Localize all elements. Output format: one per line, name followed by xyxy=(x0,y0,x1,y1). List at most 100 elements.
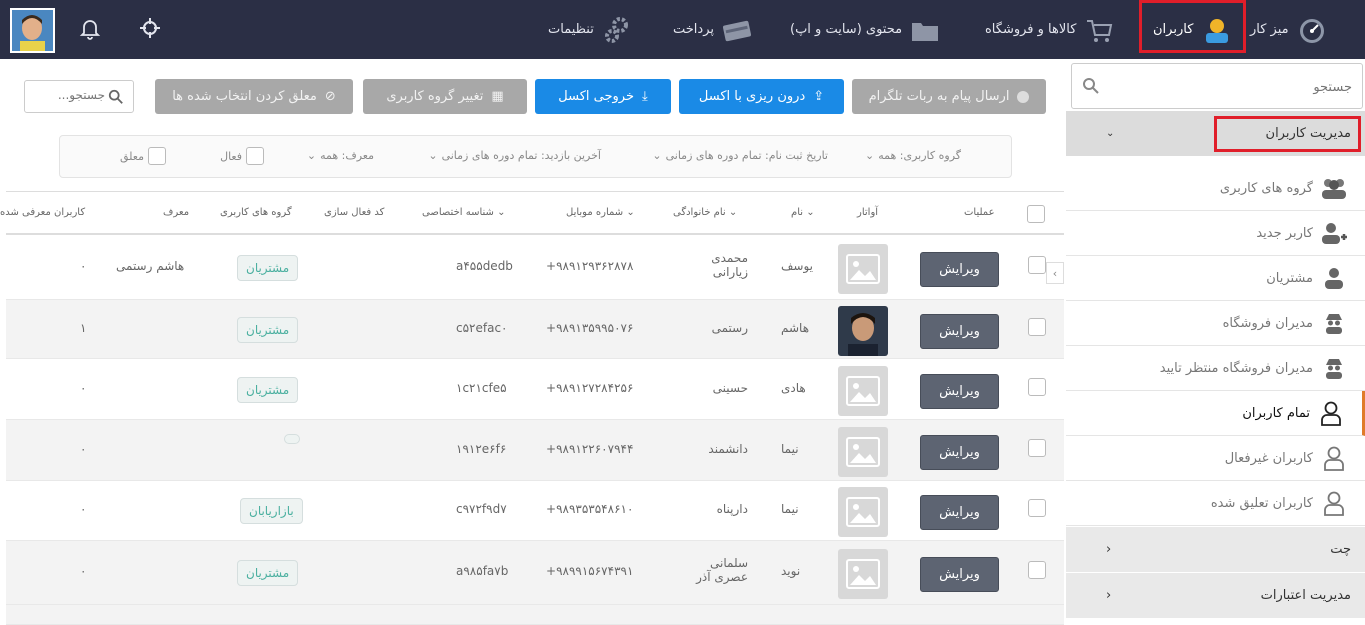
sidebar-item-new-user[interactable]: کاربر جدید xyxy=(1066,211,1365,256)
nav-users[interactable]: کاربران xyxy=(1153,0,1231,59)
profile-avatar[interactable] xyxy=(10,8,55,53)
export-excel-label: خروجی اکسل xyxy=(558,89,634,104)
referred-count-cell: ۰ xyxy=(80,381,87,395)
edit-button[interactable]: ویرایش xyxy=(920,314,999,349)
code-cell: ۱۹۱۲e۶f۶ xyxy=(456,442,507,456)
edit-button[interactable]: ویرایش xyxy=(920,557,999,592)
nav-dashboard[interactable]: میز کار xyxy=(1250,0,1327,59)
select-all-checkbox[interactable] xyxy=(1027,205,1045,223)
sidebar-item-label: مدیران فروشگاه منتظر تایید xyxy=(1159,360,1313,376)
dashboard-gauge-icon xyxy=(1297,15,1327,45)
sidebar-item-label: کاربران تعلیق شده xyxy=(1210,495,1313,511)
sidebar-item-pending-managers[interactable]: مدیران فروشگاه منتظر تایید xyxy=(1066,346,1365,391)
table-row: ویرایش نیما دانشمند ۹۸۹۱۲۲۶۰۷۹۴۴+ ۱۹۱۲e۶f۶ ۰ xyxy=(6,420,1064,481)
nav-products[interactable]: کالاها و فروشگاه xyxy=(985,0,1114,59)
referred-count-cell: ۰ xyxy=(80,564,87,578)
section-credit-label: مدیریت اعتبارات xyxy=(1260,588,1351,603)
chevron-down-icon: ⌄ xyxy=(428,149,438,162)
filter-user-group[interactable]: گروه کاربری: همه ⌄ xyxy=(865,149,961,162)
row-checkbox[interactable] xyxy=(1028,439,1046,457)
filter-referrer[interactable]: معرف: همه ⌄ xyxy=(307,149,374,162)
sidebar-item-customers[interactable]: مشتریان xyxy=(1066,256,1365,301)
sidebar-item-label: کاربر جدید xyxy=(1256,225,1313,241)
change-group-button[interactable]: ▦ تغییر گروه کاربری xyxy=(363,79,527,114)
header-mobile[interactable]: ⌄ شماره موبایل xyxy=(566,207,635,218)
code-cell: ۱c۲۱cfe۵ xyxy=(456,381,507,395)
row-checkbox[interactable] xyxy=(1028,318,1046,336)
section-credit[interactable]: مدیریت اعتبارات ‹ xyxy=(1066,573,1365,618)
sidebar-item-all-users[interactable]: تمام کاربران xyxy=(1066,391,1365,436)
sidebar-search-input[interactable] xyxy=(1112,76,1352,98)
referred-count-cell: ۰ xyxy=(80,502,87,516)
suspend-selected-button[interactable]: ⊘ معلق کردن انتخاب شده ها xyxy=(155,79,353,114)
referred-count-cell: ۰ xyxy=(80,259,87,273)
table-header: عملیات آواتار ⌄ نام ⌄ نام خانوادگی ⌄ شما… xyxy=(0,191,1064,235)
table-row: ویرایش یوسف محمدی زیارانی ۹۸۹۱۲۹۳۶۲۸۷۸+ a۴۵۵… xyxy=(6,236,1064,300)
user-outline-icon xyxy=(1319,443,1349,473)
nav-users-label: کاربران xyxy=(1153,22,1194,37)
filter-last-visit-label: آخرین بازدید: تمام دوره های زمانی xyxy=(441,149,601,162)
filter-last-visit[interactable]: آخرین بازدید: تمام دوره های زمانی ⌄ xyxy=(428,149,601,162)
nav-settings[interactable]: تنظیمات xyxy=(548,0,632,59)
header-groups: گروه های کاربری xyxy=(220,207,292,218)
user-outline-icon xyxy=(1316,398,1346,428)
filter-suspended[interactable]: معلق xyxy=(120,147,166,165)
section-chat-label: چت xyxy=(1330,542,1351,557)
filter-suspended-label: معلق xyxy=(119,149,144,163)
sidebar-item-suspended-users[interactable]: کاربران تعلیق شده xyxy=(1066,481,1365,526)
header-code[interactable]: ⌄ شناسه اختصاصی xyxy=(422,207,505,218)
search-icon xyxy=(108,89,123,104)
filter-active[interactable]: فعال xyxy=(220,147,264,165)
spy-icon xyxy=(1319,308,1349,338)
active-checkbox[interactable] xyxy=(246,147,264,165)
edit-button[interactable]: ویرایش xyxy=(920,252,999,287)
sidebar-item-store-managers[interactable]: مدیران فروشگاه xyxy=(1066,301,1365,346)
spy-icon xyxy=(1319,353,1349,383)
first-name-cell: هادی xyxy=(781,381,806,395)
export-excel-button[interactable]: ⤓ خروجی اکسل xyxy=(535,79,671,114)
chevron-down-icon: ⌄ xyxy=(865,149,875,162)
telegram-button[interactable]: ارسال پیام به ربات تلگرام xyxy=(852,79,1046,114)
bell-icon[interactable] xyxy=(78,16,102,40)
referred-count-cell: ۱ xyxy=(80,321,87,335)
row-checkbox[interactable] xyxy=(1028,378,1046,396)
row-checkbox[interactable] xyxy=(1028,499,1046,517)
code-cell: a۴۵۵dedb xyxy=(456,259,513,273)
sidebar-item-label: تمام کاربران xyxy=(1242,405,1310,421)
header-mobile-label: شماره موبایل xyxy=(566,207,624,218)
filter-register-date[interactable]: تاریخ ثبت نام: تمام دوره های زمانی ⌄ xyxy=(652,149,828,162)
user-icon xyxy=(1201,15,1231,45)
section-chat[interactable]: چت ‹ xyxy=(1066,527,1365,572)
nav-content[interactable]: محتوی (سایت و اپ) xyxy=(790,0,940,59)
edit-button[interactable]: ویرایش xyxy=(920,435,999,470)
last-name-cell: سلمانی عصری آذر xyxy=(696,556,748,584)
group-badge: بازاریابان xyxy=(240,498,303,524)
suspended-checkbox[interactable] xyxy=(148,147,166,165)
group-badge-empty xyxy=(284,434,300,444)
table-search-input[interactable] xyxy=(29,88,105,102)
sidebar-search[interactable] xyxy=(1071,63,1363,109)
crosshair-icon[interactable] xyxy=(138,16,162,40)
header-last-name[interactable]: ⌄ نام خانوادگی xyxy=(673,207,737,218)
sidebar-item-label: مدیران فروشگاه xyxy=(1222,315,1313,331)
header-activation: کد فعال سازی xyxy=(324,207,385,218)
avatar-thumbnail xyxy=(838,306,888,356)
user-plus-icon xyxy=(1319,218,1349,248)
row-checkbox[interactable] xyxy=(1028,256,1046,274)
chevron-down-icon: ⌄ xyxy=(1106,128,1115,139)
sidebar-item-user-groups[interactable]: گروه های کاربری xyxy=(1066,166,1365,211)
user-icon xyxy=(1319,263,1349,293)
edit-button[interactable]: ویرایش xyxy=(920,495,999,530)
header-first-name[interactable]: ⌄ نام xyxy=(791,207,815,218)
table-search[interactable] xyxy=(24,80,134,113)
header-avatar: آواتار xyxy=(857,207,879,218)
nav-payment[interactable]: پرداخت xyxy=(673,0,752,59)
mobile-cell: ۹۸۹۱۲۹۳۶۲۸۷۸+ xyxy=(546,259,634,273)
sidebar: مدیریت کاربران ⌄ گروه های کاربری کاربر ج… xyxy=(1066,59,1365,624)
avatar-thumbnail xyxy=(838,244,888,294)
edit-button[interactable]: ویرایش xyxy=(920,374,999,409)
row-checkbox[interactable] xyxy=(1028,561,1046,579)
sidebar-item-inactive-users[interactable]: کاربران غیرفعال xyxy=(1066,436,1365,481)
import-excel-button[interactable]: ⇪ درون ریزی با اکسل xyxy=(679,79,844,114)
nav-settings-label: تنظیمات xyxy=(548,22,594,37)
